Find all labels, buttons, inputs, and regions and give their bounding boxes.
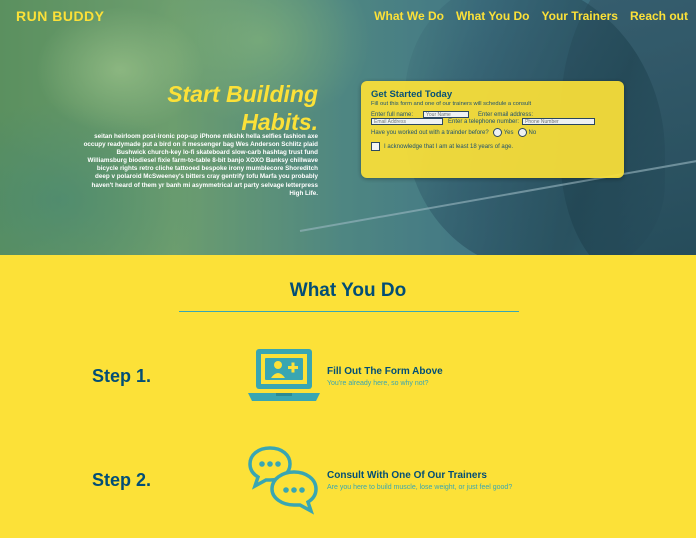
- main-nav: What We Do What You Do Your Trainers Rea…: [374, 9, 688, 23]
- brand-logo[interactable]: RUN BUDDY: [16, 8, 105, 24]
- step-2-description: Are you here to build muscle, lose weigh…: [327, 484, 513, 491]
- laptop-add-user-icon: [248, 349, 320, 401]
- trainer-question-label: Have you worked out with a trainder befo…: [371, 129, 489, 136]
- hero-headline-line1: Start Building: [167, 81, 318, 107]
- email-label: Enter email address:: [478, 111, 534, 118]
- step-1-description: You're already here, so why not?: [327, 380, 429, 387]
- nav-link-what-you-do[interactable]: What You Do: [456, 9, 530, 23]
- form-row-trainer-question: Have you worked out with a trainder befo…: [371, 128, 614, 137]
- hero-blurb: seitan heirloom post-ironic pop-up iPhon…: [83, 133, 318, 197]
- no-radio[interactable]: [517, 128, 527, 137]
- nav-link-reach-out[interactable]: Reach out: [630, 9, 688, 23]
- form-row-name-email: Enter full name: Enter email address:: [371, 111, 614, 118]
- hero-headline-line2: Habits.: [241, 109, 318, 135]
- form-row-email-phone: Enter a telephone number:: [371, 118, 614, 125]
- nav-link-what-we-do[interactable]: What We Do: [374, 9, 444, 23]
- no-label: No: [528, 129, 537, 136]
- age-checkbox[interactable]: [371, 142, 380, 151]
- step-1-title: Fill Out The Form Above: [327, 366, 443, 377]
- name-label: Enter full name:: [371, 111, 414, 118]
- chat-bubbles-icon: [248, 446, 318, 515]
- phone-input[interactable]: [522, 118, 596, 125]
- age-checkbox-label: I acknowledge that I am at least 18 year…: [384, 143, 514, 150]
- hero-section: RUN BUDDY What We Do What You Do Your Tr…: [0, 0, 696, 255]
- email-input[interactable]: [371, 118, 443, 125]
- what-you-do-title: What You Do: [289, 280, 407, 301]
- form-row-acknowledge: I acknowledge that I am at least 18 year…: [371, 142, 614, 151]
- nav-link-your-trainers[interactable]: Your Trainers: [542, 9, 618, 23]
- step-1-label: Step 1.: [92, 366, 152, 386]
- step-2-title: Consult With One Of Our Trainers: [327, 470, 487, 481]
- hero-headline: Start Building Habits.: [150, 80, 318, 136]
- step-2-label: Step 2.: [92, 470, 152, 490]
- phone-label: Enter a telephone number:: [448, 118, 520, 125]
- form-subtitle: Fill out this form and one of our traine…: [371, 101, 532, 107]
- yes-radio[interactable]: [492, 128, 502, 137]
- form-title: Get Started Today: [371, 89, 453, 100]
- name-input[interactable]: [423, 111, 469, 118]
- yes-label: Yes: [503, 129, 514, 136]
- section-divider: [179, 311, 519, 312]
- signup-form-card: Get Started Today Fill out this form and…: [361, 81, 624, 178]
